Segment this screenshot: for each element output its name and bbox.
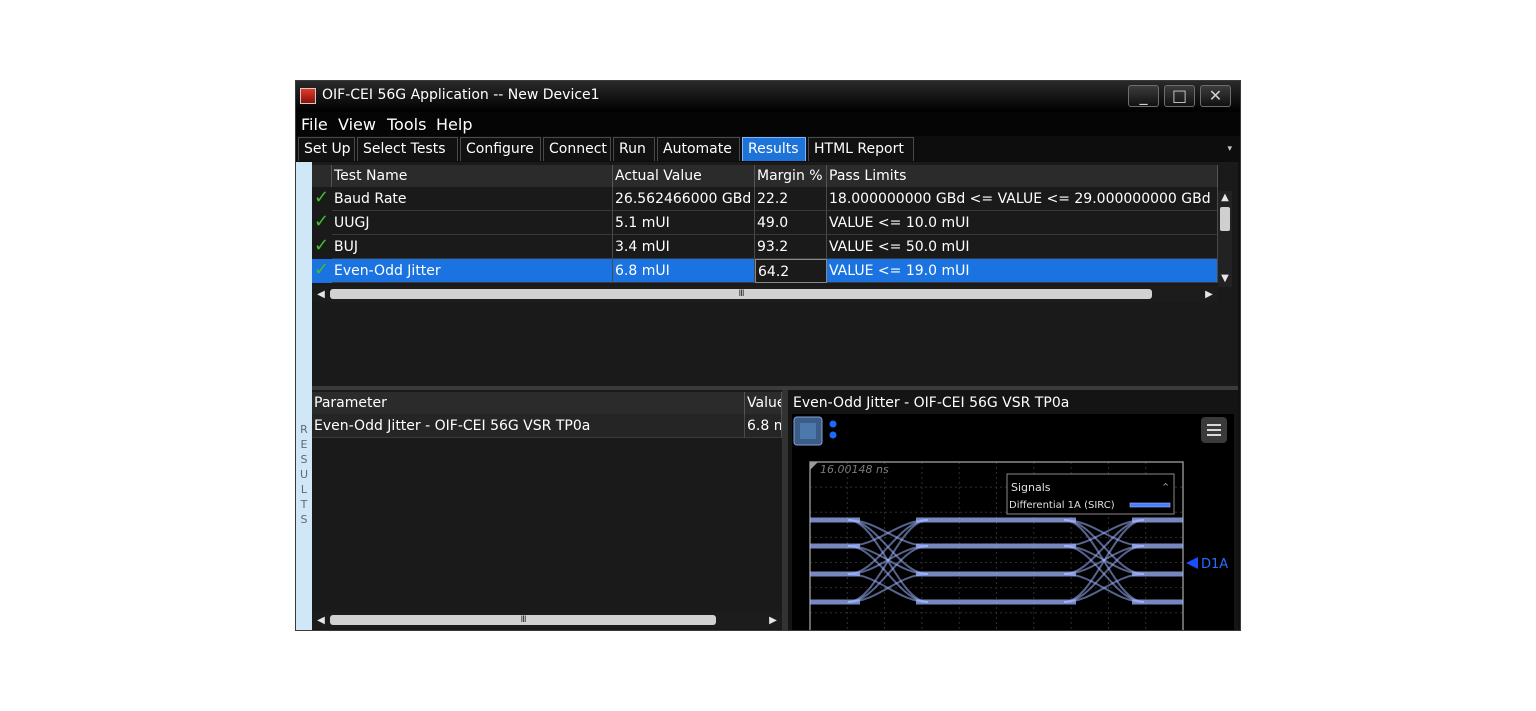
results-side-strip[interactable]: RESULTS [296,162,312,630]
app-logo-icon [300,88,316,104]
hamburger-icon[interactable] [1201,417,1227,443]
margin-cell: 49.0 [755,211,827,235]
side-label-letter: T [300,498,308,511]
table-row[interactable]: ✓ Baud Rate 26.562466000 GBd 22.2 18.000… [312,187,1218,211]
timestamp-label: 16.00148 ns [820,463,889,476]
marker-dot-icon [829,420,837,428]
pass-check-icon: ✓ [314,187,330,208]
menu-view[interactable]: View [338,115,376,134]
tab-select-tests[interactable]: Select Tests [357,137,458,161]
results-table: Test Name Actual Value Margin % Pass Lim… [312,162,1238,386]
menu-help[interactable]: Help [436,115,472,134]
actual-value-cell: 26.562466000 GBd [613,187,755,211]
close-button[interactable]: ✕ [1200,85,1231,107]
test-name-cell: BUJ [332,235,613,259]
scroll-right-arrow-icon[interactable]: ▶ [1202,289,1216,300]
column-header-pass-limits[interactable]: Pass Limits [827,165,1218,187]
channel-marker-label: D1A [1201,557,1228,572]
title-bar: OIF-CEI 56G Application -- New Device1 _… [296,81,1240,112]
scroll-right-arrow-icon[interactable]: ▶ [766,615,780,626]
margin-cell: 93.2 [755,235,827,259]
menu-file[interactable]: File [301,115,328,134]
tab-run[interactable]: Run [613,137,655,161]
horizontal-scroll-thumb[interactable]: III [330,615,716,625]
tab-bar: Set Up Select Tests Configure Connect Ru… [296,136,1240,162]
column-header-parameter[interactable]: Parameter [312,392,745,414]
table-row[interactable]: ✓ BUJ 3.4 mUI 93.2 VALUE <= 50.0 mUI [312,235,1218,259]
scroll-left-arrow-icon[interactable]: ◀ [314,615,328,626]
results-vertical-scrollbar[interactable]: ▲ ▼ [1218,191,1232,287]
parameter-value-cell: 6.8 m [745,414,782,438]
pass-check-icon: ✓ [314,235,330,256]
test-name-cell: Even-Odd Jitter [332,259,613,283]
legend-title: Signals [1011,481,1051,494]
pass-check-icon: ✓ [314,259,330,280]
legend-swatch [1129,502,1171,508]
side-label-results: RESULTS [296,422,312,527]
table-row[interactable]: Even-Odd Jitter - OIF-CEI 56G VSR TP0a 6… [312,414,782,438]
minimize-button[interactable]: _ [1128,85,1159,107]
tab-connect[interactable]: Connect [543,137,611,161]
test-name-cell: UUGJ [332,211,613,235]
tab-configure[interactable]: Configure [460,137,541,161]
results-horizontal-scrollbar[interactable]: ◀ III ▶ [312,286,1218,302]
window-title: OIF-CEI 56G Application -- New Device1 [322,87,600,103]
menu-tools[interactable]: Tools [387,115,426,134]
app-window: OIF-CEI 56G Application -- New Device1 _… [295,80,1241,631]
scroll-left-arrow-icon[interactable]: ◀ [314,289,328,300]
column-header-actual-value[interactable]: Actual Value [613,165,755,187]
table-row[interactable]: ✓ UUGJ 5.1 mUI 49.0 VALUE <= 10.0 mUI [312,211,1218,235]
side-label-letter: R [300,423,308,436]
column-header-value[interactable]: Value [745,392,782,414]
scroll-down-arrow-icon[interactable]: ▼ [1218,273,1232,284]
margin-cell[interactable]: 64.2 [755,259,827,283]
pass-limits-cell: VALUE <= 19.0 mUI [827,259,1218,283]
menu-bar: File View Tools Help [296,112,1240,136]
actual-value-cell: 3.4 mUI [613,235,755,259]
legend-collapse-icon[interactable]: ⌃ [1161,481,1170,494]
side-label-letter: E [300,438,308,451]
tab-set-up[interactable]: Set Up [298,137,355,161]
results-content: Test Name Actual Value Margin % Pass Lim… [312,162,1238,631]
pass-limits-cell: VALUE <= 50.0 mUI [827,235,1218,259]
pass-check-icon: ✓ [314,211,330,232]
parameter-horizontal-scrollbar[interactable]: ◀ III ▶ [312,612,782,628]
side-label-letter: S [300,453,308,466]
status-column-header [312,165,332,187]
pass-limits-cell: 18.000000000 GBd <= VALUE <= 29.00000000… [827,187,1218,211]
side-label-letter: S [300,513,308,526]
vertical-scroll-thumb[interactable] [1220,207,1230,231]
eye-panel-title: Even-Odd Jitter - OIF-CEI 56G VSR TP0a [793,395,1070,411]
legend-entry-label: Differential 1A (SIRC) [1009,500,1115,511]
table-row-selected[interactable]: ✓ Even-Odd Jitter 6.8 mUI 64.2 VALUE <= … [312,259,1218,283]
column-header-margin[interactable]: Margin % [755,165,827,187]
tab-html-report[interactable]: HTML Report [808,137,914,161]
signals-legend[interactable]: Signals ⌃ Differential 1A (SIRC) [1006,473,1175,515]
scroll-up-arrow-icon[interactable]: ▲ [1218,192,1232,203]
column-header-test-name[interactable]: Test Name [332,165,613,187]
eye-diagram-panel: Even-Odd Jitter - OIF-CEI 56G VSR TP0a 1… [788,390,1238,631]
actual-value-cell: 5.1 mUI [613,211,755,235]
horizontal-scroll-thumb[interactable]: III [330,289,1152,299]
tab-results[interactable]: Results [742,137,806,161]
marker-dot-icon [829,431,837,439]
tab-automate[interactable]: Automate [657,137,740,161]
side-label-letter: U [299,468,309,481]
tab-overflow-dropdown-icon[interactable]: ▾ [1227,144,1232,154]
eye-diagram-display[interactable]: 16.00148 ns Signals ⌃ Differential 1A (S… [792,414,1234,631]
test-name-cell: Baud Rate [332,187,613,211]
maximize-button[interactable]: □ [1164,85,1195,107]
pass-limits-cell: VALUE <= 10.0 mUI [827,211,1218,235]
margin-cell: 22.2 [755,187,827,211]
parameter-name-cell: Even-Odd Jitter - OIF-CEI 56G VSR TP0a [312,414,745,438]
side-label-letter: L [300,483,308,496]
actual-value-cell: 6.8 mUI [613,259,755,283]
display-mode-icon [800,423,816,439]
parameter-panel: Parameter Value Even-Odd Jitter - OIF-CE… [312,390,782,630]
